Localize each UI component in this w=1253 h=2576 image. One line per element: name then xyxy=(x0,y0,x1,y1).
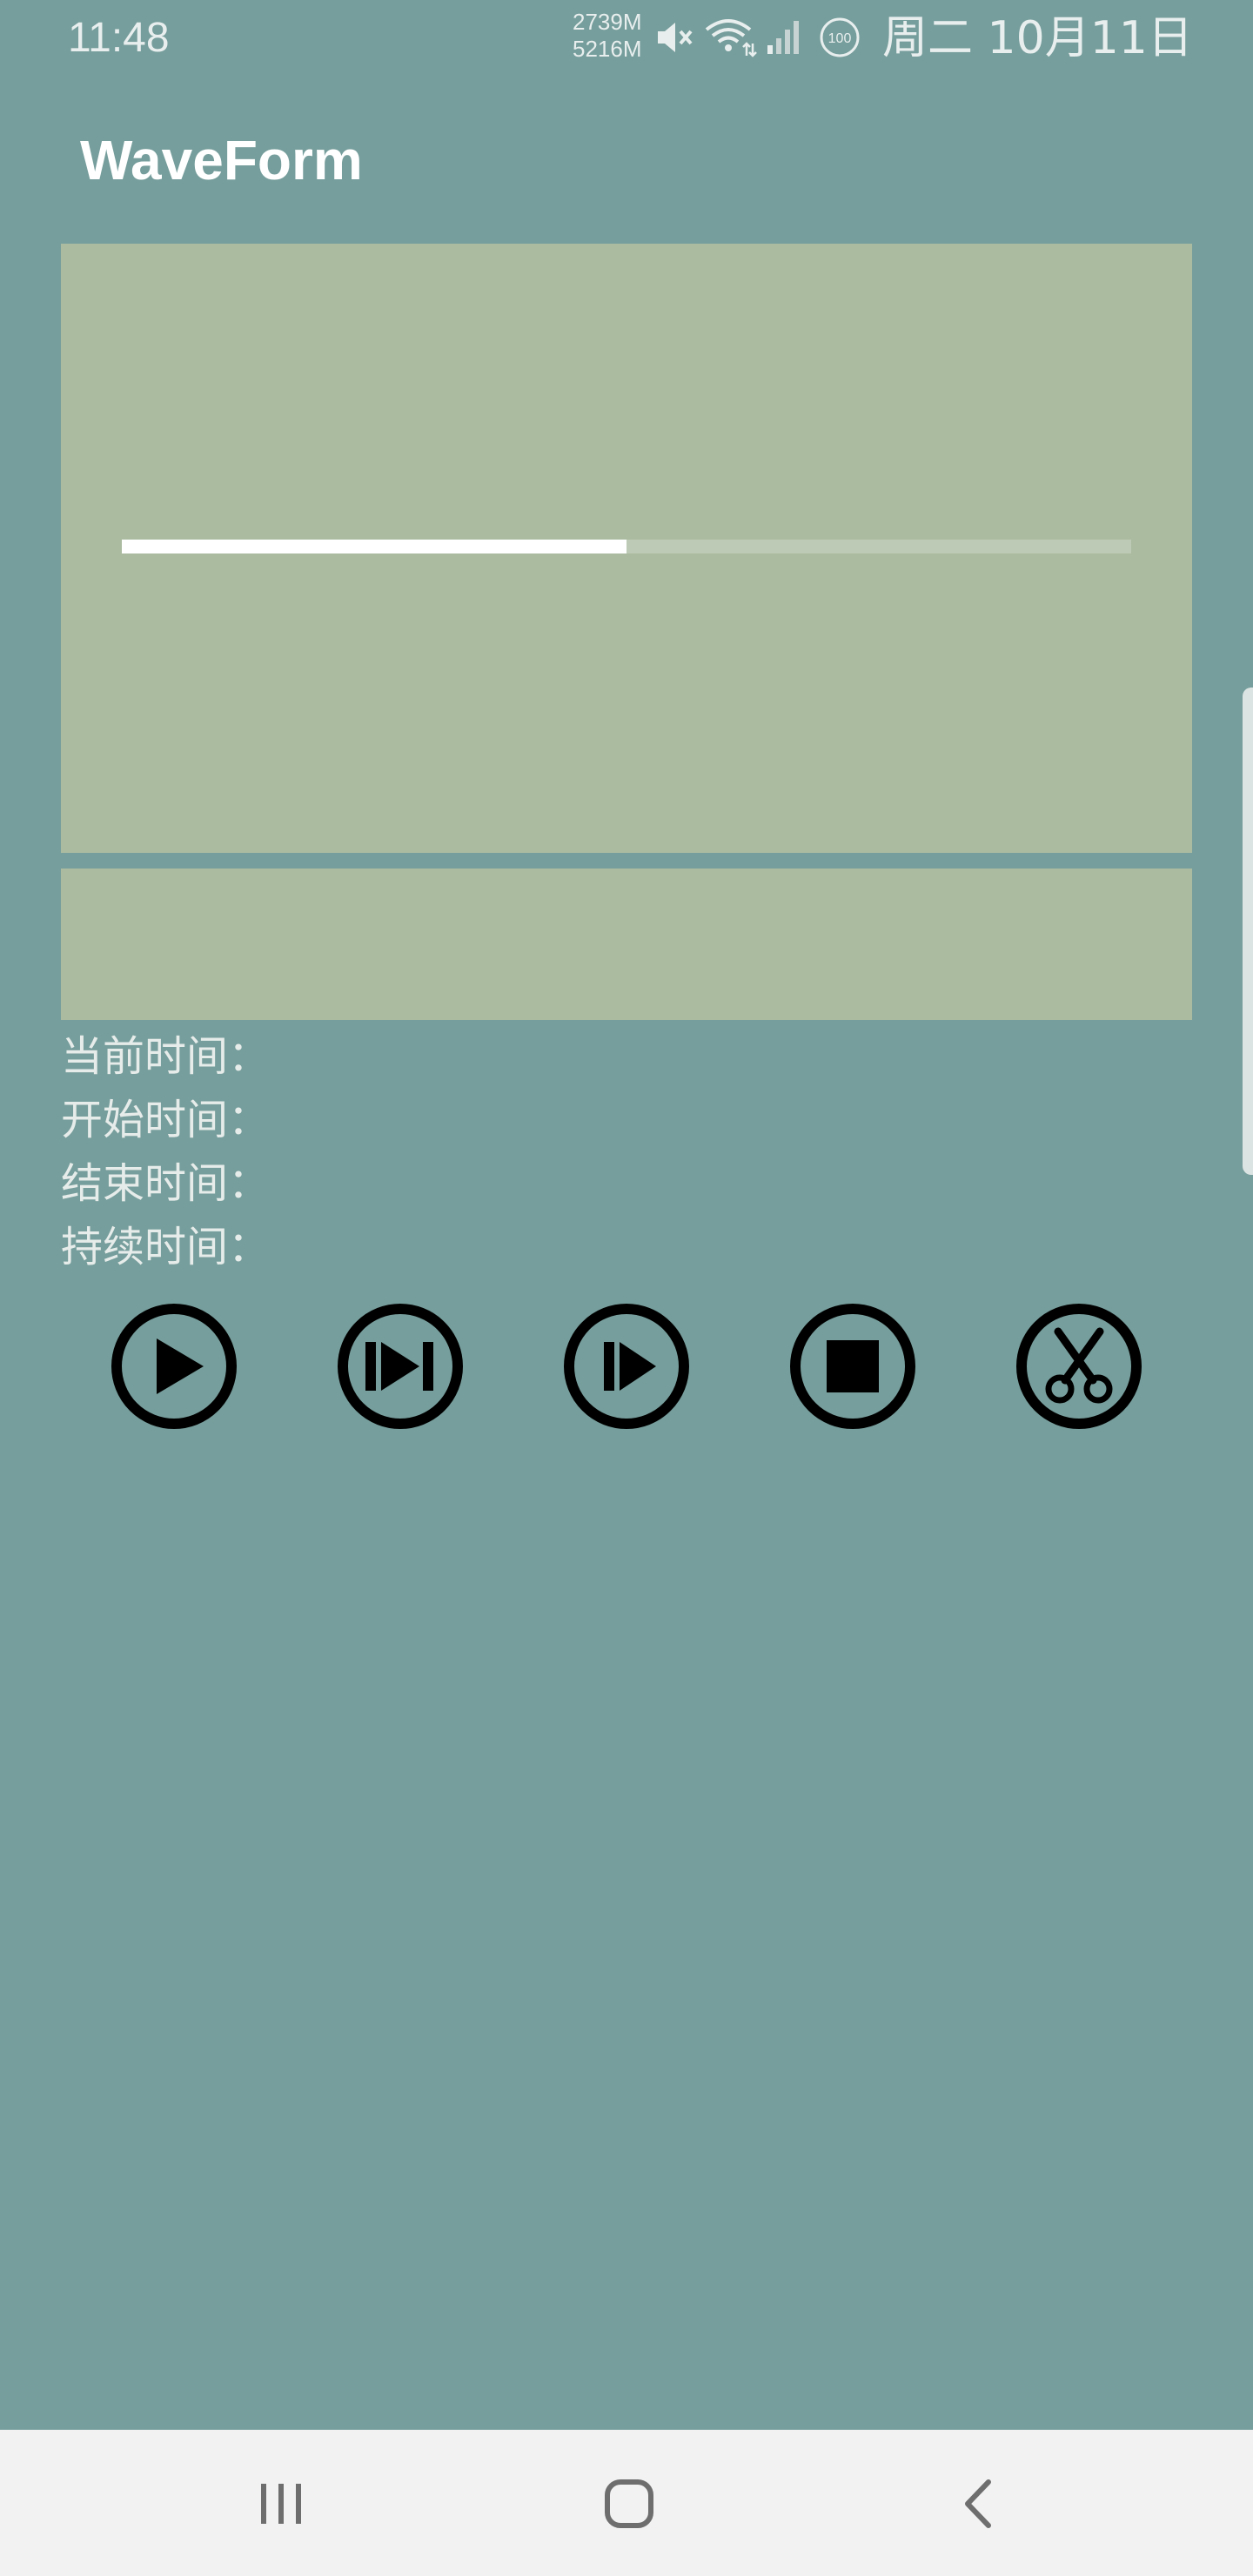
recent-apps-icon xyxy=(261,2484,301,2524)
wifi-icon xyxy=(703,16,757,59)
back-button[interactable] xyxy=(940,2465,1018,2543)
battery-level: 100 xyxy=(828,31,852,46)
edge-panel-handle[interactable] xyxy=(1243,688,1253,1175)
waveform-overview[interactable] xyxy=(61,869,1192,1020)
status-bar: 11:48 2739M 5216M 100 周二 10月11日 xyxy=(0,0,1253,78)
app-title: WaveForm xyxy=(80,129,363,191)
status-date: 周二 10月11日 xyxy=(882,12,1193,64)
stop-button[interactable] xyxy=(788,1302,917,1431)
play-step-icon xyxy=(564,1304,689,1429)
play-step-button[interactable] xyxy=(562,1302,691,1431)
cut-button[interactable] xyxy=(1015,1302,1143,1431)
battery-icon: 100 xyxy=(818,16,861,59)
skip-next-icon xyxy=(338,1304,463,1429)
scissors-icon xyxy=(1016,1304,1142,1429)
playback-controls xyxy=(110,1302,1143,1431)
status-time: 11:48 xyxy=(68,15,170,61)
current-time-label: 当前时间： xyxy=(61,1032,271,1081)
memory-indicator: 2739M 5216M xyxy=(573,9,642,63)
back-icon xyxy=(965,2479,991,2528)
play-icon xyxy=(111,1304,237,1429)
memory-used: 2739M xyxy=(573,9,642,35)
memory-free: 5216M xyxy=(573,36,642,62)
play-button[interactable] xyxy=(110,1302,238,1431)
signal-icon xyxy=(764,16,806,59)
navigation-bar xyxy=(0,2430,1253,2576)
waveform-view[interactable] xyxy=(61,244,1192,853)
mute-icon xyxy=(653,16,696,59)
stop-icon xyxy=(790,1304,915,1429)
end-time-label: 结束时间： xyxy=(61,1159,271,1208)
playback-progress-bar[interactable] xyxy=(122,540,1131,553)
home-icon xyxy=(605,2479,653,2528)
duration-label: 持续时间： xyxy=(61,1223,271,1271)
recent-apps-button[interactable] xyxy=(242,2465,320,2543)
home-button[interactable] xyxy=(590,2465,668,2543)
time-info-list: 当前时间： 开始时间： 结束时间： 持续时间： xyxy=(61,1025,270,1279)
skip-next-button[interactable] xyxy=(336,1302,465,1431)
start-time-label: 开始时间： xyxy=(61,1096,271,1144)
playback-progress-fill xyxy=(122,540,626,553)
